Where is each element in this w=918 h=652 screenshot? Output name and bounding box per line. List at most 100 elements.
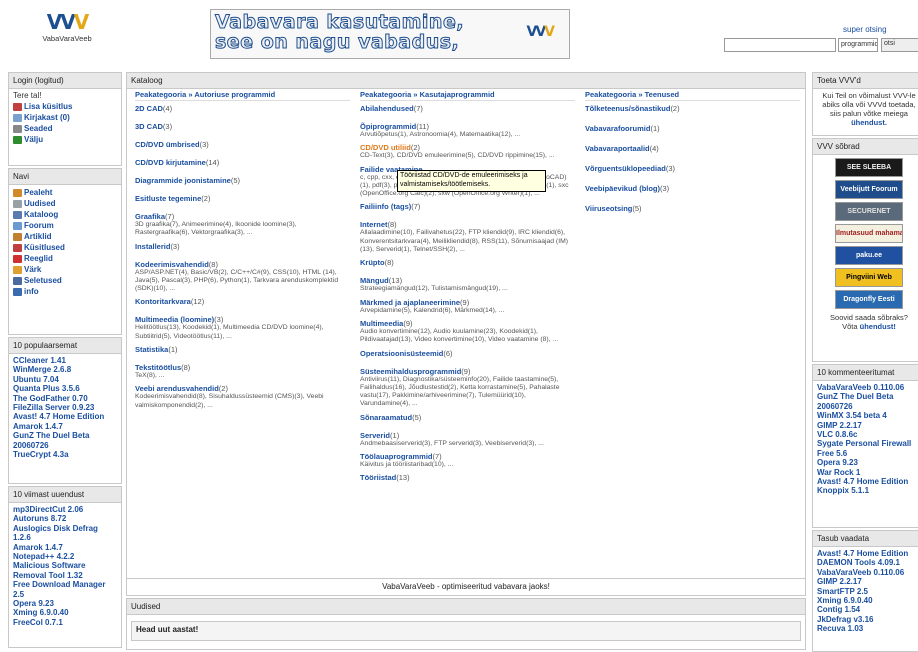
category-title[interactable]: Operatsioonisüsteemid(6) [360, 349, 575, 358]
subcategory-links[interactable]: Audio konvertimine(12), Audio kuulamine(… [360, 328, 575, 345]
popular-item[interactable]: WinMerge 2.6.8 [13, 365, 117, 374]
category-name[interactable]: Abilahendused [360, 104, 414, 113]
category-name[interactable]: Kontoritarkvara [135, 297, 191, 306]
category-title[interactable]: CD/DVD utiliid(2) [360, 143, 575, 152]
category-name[interactable]: 2D CAD [135, 104, 163, 113]
category-name[interactable]: Diagrammide joonistamine [135, 176, 231, 185]
category-title[interactable]: Diagrammide joonistamine(5) [135, 176, 350, 185]
category-name[interactable]: Installerid [135, 242, 170, 251]
category-title[interactable]: Tööriistad(13) [360, 473, 575, 482]
breadcrumb-current[interactable]: Autoriuse programmid [194, 90, 275, 99]
popular-item[interactable]: Avast! 4.7 Home Edition [13, 412, 117, 421]
category-name[interactable]: Märkmed ja ajaplaneerimine [360, 298, 460, 307]
updates-item[interactable]: Autoruns 8.72 [13, 514, 117, 523]
category-name[interactable]: Internet [360, 220, 388, 229]
updates-item[interactable]: Notepad++ 4.2.2 [13, 552, 117, 561]
category-name[interactable]: Töölauaprogrammid [360, 452, 433, 461]
subcategory-links[interactable]: Helitöötlus(13), Koodekid(1), Multimeedi… [135, 324, 350, 341]
category-title[interactable]: Graafika(7) [135, 212, 350, 221]
updates-item[interactable]: Xming 6.9.0.40 [13, 608, 117, 617]
updates-item[interactable]: mp3DirectCut 2.06 [13, 505, 117, 514]
navi-item[interactable]: Värk [13, 264, 117, 275]
subcategory-links[interactable]: Arvutiõpetus(1), Astronoomia(4), Matemaa… [360, 131, 575, 139]
category-name[interactable]: Graafika [135, 212, 165, 221]
category-title[interactable]: Esitluste tegemine(2) [135, 194, 350, 203]
popular-item[interactable]: Quanta Plus 3.5.6 [13, 384, 117, 393]
category-title[interactable]: Installerid(3) [135, 242, 350, 251]
category-name[interactable]: CD/DVD kirjutamine [135, 158, 206, 167]
login-item[interactable]: Kirjakast (0) [13, 112, 117, 123]
category-name[interactable]: Õpiprogrammid [360, 122, 416, 131]
category-name[interactable]: Kodeerimisvahendid [135, 260, 209, 269]
category-title[interactable]: Abilahendused(7) [360, 104, 575, 113]
popular-item[interactable]: Ubuntu 7.04 [13, 375, 117, 384]
login-item[interactable]: Lisa küsitlus [13, 101, 117, 112]
updates-item[interactable]: Opera 9.23 [13, 599, 117, 608]
category-title[interactable]: 3D CAD(3) [135, 122, 350, 131]
commented-item[interactable]: VabaVaraVeeb 0.110.06 [817, 383, 918, 392]
see-item[interactable]: JkDefrag v3.16 [817, 615, 918, 624]
commented-item[interactable]: Opera 9.23 [817, 458, 918, 467]
category-title[interactable]: CD/DVD ümbrised(3) [135, 140, 350, 149]
navi-item[interactable]: Seletused [13, 275, 117, 286]
category-name[interactable]: Mängud [360, 276, 389, 285]
category-title[interactable]: Vabavaraportaalid(4) [585, 144, 800, 153]
search-label[interactable]: super otsing [843, 25, 887, 34]
updates-item[interactable]: FreeCol 0.7.1 [13, 618, 117, 627]
category-title[interactable]: Internet(8) [360, 220, 575, 229]
category-title[interactable]: Veebi arendusvahendid(2) [135, 384, 350, 393]
commented-item[interactable]: VLC 0.8.6c [817, 430, 918, 439]
friend-banner[interactable]: paku.ee [835, 246, 903, 265]
navi-item[interactable]: Artiklid [13, 231, 117, 242]
see-item[interactable]: GIMP 2.2.17 [817, 577, 918, 586]
login-item[interactable]: Seaded [13, 123, 117, 134]
category-name[interactable]: Veebi arendusvahendid [135, 384, 219, 393]
category-name[interactable]: Süsteemihaldusprogrammid [360, 367, 461, 376]
subcategory-links[interactable]: ASP/ASP.NET(4), Basic/VB(2), C/C++/C#(9)… [135, 269, 350, 294]
category-title[interactable]: Tõlketeenus/sõnastikud(2) [585, 104, 800, 113]
site-logo[interactable]: VVV VabaVaraVeeb [22, 10, 112, 50]
category-name[interactable]: Esitluste tegemine [135, 194, 201, 203]
see-item[interactable]: DAEMON Tools 4.09.1 [817, 558, 918, 567]
category-title[interactable]: Statistika(1) [135, 345, 350, 354]
category-title[interactable]: 2D CAD(4) [135, 104, 350, 113]
popular-item[interactable]: GunZ The Duel Beta 20060726 [13, 431, 117, 450]
friend-banner[interactable]: Dragonfly Eesti [835, 290, 903, 309]
navi-item[interactable]: info [13, 286, 117, 297]
category-title[interactable]: Vabavarafoorumid(1) [585, 124, 800, 133]
commented-item[interactable]: Avast! 4.7 Home Edition [817, 477, 918, 486]
category-title[interactable]: Töölauaprogrammid(7) [360, 452, 575, 461]
subcategory-links[interactable]: Andmebaasiserverid(3), FTP serverid(3), … [360, 440, 575, 448]
category-name[interactable]: Operatsioonisüsteemid [360, 349, 443, 358]
breadcrumb-current[interactable]: Teenused [645, 90, 679, 99]
commented-item[interactable]: Knoppix 5.1.1 [817, 486, 918, 495]
category-name[interactable]: Sõnaraamatud [360, 413, 412, 422]
category-title[interactable]: Tekstitöötlus(8) [135, 363, 350, 372]
category-name[interactable]: Serverid [360, 431, 390, 440]
commented-item[interactable]: WinMX 3.54 beta 4 [817, 411, 918, 420]
subcategory-links[interactable]: Strateegiamängud(12), Tulistamismängud(1… [360, 285, 575, 293]
category-name[interactable]: CD/DVD utiliid [360, 143, 411, 152]
category-name[interactable]: Tööriistad [360, 473, 396, 482]
commented-item[interactable]: GunZ The Duel Beta 20060726 [817, 392, 918, 411]
subcategory-links[interactable]: Arvepidamine(5), Kalendrid(6), Märkmed(1… [360, 307, 575, 315]
category-name[interactable]: Multimeedia [360, 319, 403, 328]
search-category-select[interactable]: programmid ▾ [838, 38, 878, 52]
commented-item[interactable]: War Rock 1 [817, 468, 918, 477]
updates-item[interactable]: Free Download Manager 2.5 [13, 580, 117, 599]
support-contact-link[interactable]: ühendust. [851, 118, 887, 127]
category-title[interactable]: Failiinfo (tags)(7) [360, 202, 575, 211]
category-title[interactable]: CD/DVD kirjutamine(14) [135, 158, 350, 167]
category-title[interactable]: Sõnaraamatud(5) [360, 413, 575, 422]
breadcrumb-root[interactable]: Peakategooria [135, 90, 186, 99]
see-item[interactable]: VabaVaraVeeb 0.110.06 [817, 568, 918, 577]
category-name[interactable]: Viiruseotsing [585, 204, 632, 213]
popular-item[interactable]: The GodFather 0.70 [13, 394, 117, 403]
see-item[interactable]: Avast! 4.7 Home Edition [817, 549, 918, 558]
friend-banner[interactable]: Pingviini Web [835, 268, 903, 287]
friend-banner[interactable]: SECURENET [835, 202, 903, 221]
category-name[interactable]: Vabavaraportaalid [585, 144, 650, 153]
category-name[interactable]: Tekstitöötlus [135, 363, 181, 372]
category-title[interactable]: Mängud(13) [360, 276, 575, 285]
category-title[interactable]: Võrguentsüklopeediad(3) [585, 164, 800, 173]
